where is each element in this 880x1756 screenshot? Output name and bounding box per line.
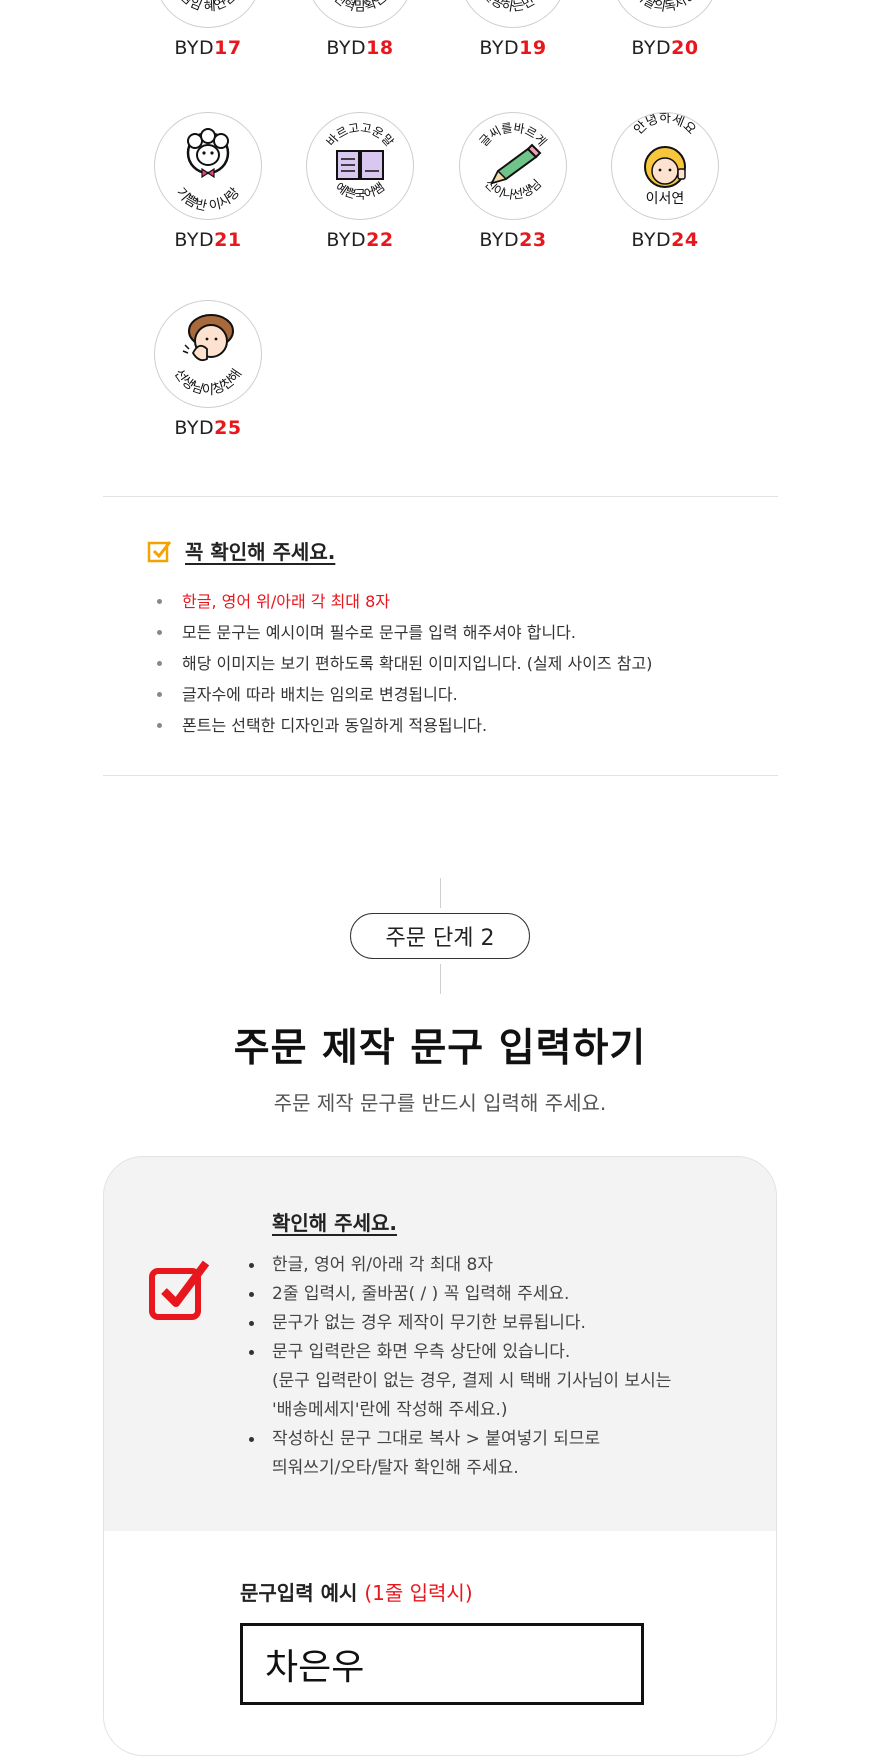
book-icon xyxy=(336,150,384,180)
stamp-code: BYD23 xyxy=(479,229,547,251)
section-heading: 주문 제작 문구 입력하기 xyxy=(233,1026,647,1071)
notice-list: 한글, 영어 위/아래 각 최대 8자 모든 문구는 예시이며 필수로 문구를 … xyxy=(152,586,652,741)
step-connector xyxy=(440,964,441,994)
card-item-continuation: '배송메세지'란에 작성해 주세요.) xyxy=(272,1400,508,1420)
notice-item: 폰트는 선택한 디자인과 동일하게 적용됩니다. xyxy=(152,710,652,741)
stamp-image: 안녕하세요 이서연 xyxy=(611,112,719,220)
check-box-icon xyxy=(149,1260,210,1320)
svg-text:선생님이칭찬해: 선생님이칭찬해 xyxy=(171,367,245,398)
sheep-icon xyxy=(186,128,230,179)
section-subheading: 주문 제작 문구를 반드시 입력해 주세요. xyxy=(273,1091,607,1115)
stamp-image: 친혁맘확인 xyxy=(306,0,414,28)
stamp-code: BYD19 xyxy=(479,37,547,59)
notice-item: 해당 이미지는 보기 편하도록 확대된 이미지입니다. (실제 사이즈 참고) xyxy=(152,648,652,679)
girl-thumbs-up-icon xyxy=(644,146,686,188)
pencil-icon xyxy=(490,143,542,185)
stamp-text: 열공하는민혁 xyxy=(479,0,546,15)
stamp-image: 담임 혜연쌤 xyxy=(154,0,262,28)
stamp-item[interactable]: 선생님이칭찬해 BYD25 xyxy=(133,300,283,439)
stamp-item[interactable]: 글씨를바르게 신이나선생님 BYD23 xyxy=(438,112,588,251)
svg-text:예쁜국어쌤: 예쁜국어쌤 xyxy=(333,180,387,202)
stamp-text-bottom: 신이나선생님 xyxy=(482,177,544,202)
divider xyxy=(103,496,778,497)
card-item: 한글, 영어 위/아래 각 최대 8자 xyxy=(248,1251,671,1280)
example-label-note: (1줄 입력시) xyxy=(364,1581,473,1605)
stamp-item[interactable]: 안녕하세요 이서연 BYD24 xyxy=(590,112,740,251)
divider xyxy=(103,775,778,776)
card-item-continuation: (문구 입력란이 없는 경우, 결제 시 택배 기사님이 보시는 xyxy=(272,1371,672,1391)
stamp-code: BYD24 xyxy=(631,229,699,251)
stamp-text-bottom: 예쁜국어쌤 xyxy=(333,180,387,202)
svg-text:신이나선생님: 신이나선생님 xyxy=(482,177,544,202)
check-box-icon xyxy=(147,540,172,562)
stamp-text: 이달의독서왕 xyxy=(631,0,698,15)
card-list: 한글, 영어 위/아래 각 최대 8자 2줄 입력시, 줄바꿈( / ) 꼭 입… xyxy=(248,1251,671,1483)
stamp-image: 글씨를바르게 신이나선생님 xyxy=(459,112,567,220)
stamp-image: 바르고고운말 예쁜국어쌤 xyxy=(306,112,414,220)
svg-text:안녕하세요: 안녕하세요 xyxy=(631,113,698,138)
clapping-boy-icon xyxy=(182,314,234,362)
notice-item: 모든 문구는 예시이며 필수로 문구를 입력 해주셔야 합니다. xyxy=(152,617,652,648)
stamp-image: 기쁨반 이사랑 xyxy=(154,112,262,220)
stamp-image: 열공하는민혁 xyxy=(459,0,567,28)
svg-text:담임 혜연쌤: 담임 혜연쌤 xyxy=(177,0,239,15)
card-item: 문구 입력란은 화면 우측 상단에 있습니다. xyxy=(248,1338,671,1367)
card-item: 작성하신 문구 그대로 복사 > 붙여넣기 되므로 xyxy=(248,1425,671,1454)
stamp-code: BYD17 xyxy=(174,37,242,59)
example-input-box: 차은우 xyxy=(240,1623,644,1705)
stamp-item[interactable]: 바르고고운말 예쁜국어쌤 BYD22 xyxy=(285,112,435,251)
stamp-text: 담임 혜연쌤 xyxy=(177,0,239,15)
stamp-item[interactable]: 친혁맘확인 BYD18 xyxy=(285,0,435,59)
step-connector xyxy=(440,878,441,908)
svg-text:열공하는민혁: 열공하는민혁 xyxy=(479,0,546,15)
stamp-text-top: 안녕하세요 xyxy=(631,113,698,138)
card-item: 2줄 입력시, 줄바꿈( / ) 꼭 입력해 주세요. xyxy=(248,1280,671,1309)
card-item-continuation: 띄워쓰기/오타/탈자 확인해 주세요. xyxy=(272,1458,519,1478)
stamp-code: BYD22 xyxy=(326,229,394,251)
stamp-text-bottom: 이서연 xyxy=(646,191,685,207)
notice-card: 확인해 주세요. 한글, 영어 위/아래 각 최대 8자 2줄 입력시, 줄바꿈… xyxy=(103,1156,777,1756)
stamp-text: 선생님이칭찬해 xyxy=(171,367,245,398)
stamp-text-top: 글씨를바르게 xyxy=(477,121,550,149)
step-badge: 주문 단계 2 xyxy=(350,913,530,959)
svg-text:이달의독서왕: 이달의독서왕 xyxy=(631,0,698,15)
stamp-item[interactable]: 이달의독서왕 BYD20 xyxy=(590,0,740,59)
svg-text:기쁨반 이사랑: 기쁨반 이사랑 xyxy=(173,185,243,214)
stamp-text-top: 바르고고운말 xyxy=(324,121,397,149)
stamp-code: BYD21 xyxy=(174,229,242,251)
svg-text:글씨를바르게: 글씨를바르게 xyxy=(477,121,550,149)
svg-text:바르고고운말: 바르고고운말 xyxy=(324,121,397,149)
stamp-code: BYD25 xyxy=(174,417,242,439)
stamp-image: 선생님이칭찬해 xyxy=(154,300,262,408)
stamp-item[interactable]: 열공하는민혁 BYD19 xyxy=(438,0,588,59)
notice-title: 꼭 확인해 주세요. xyxy=(147,536,335,565)
card-title: 확인해 주세요. xyxy=(272,1211,397,1235)
notice-item: 글자수에 따라 배치는 임의로 변경됩니다. xyxy=(152,679,652,710)
card-item: 문구가 없는 경우 제작이 무기한 보류됩니다. xyxy=(248,1309,671,1338)
stamp-image: 이달의독서왕 xyxy=(611,0,719,28)
stamp-item[interactable]: 기쁨반 이사랑 BYD21 xyxy=(133,112,283,251)
example-label: 문구입력 예시 (1줄 입력시) xyxy=(240,1581,473,1605)
stamp-code: BYD20 xyxy=(631,37,699,59)
page: 담임 혜연쌤 BYD17 친혁맘확인 BYD18 열공하는민혁 BYD19 이달… xyxy=(0,0,880,1756)
notice-item: 한글, 영어 위/아래 각 최대 8자 xyxy=(152,586,652,617)
stamp-text: 기쁨반 이사랑 xyxy=(173,185,243,214)
stamp-text: 친혁맘확인 xyxy=(331,0,390,15)
stamp-item[interactable]: 담임 혜연쌤 BYD17 xyxy=(133,0,283,59)
stamp-code: BYD18 xyxy=(326,37,394,59)
svg-text:친혁맘확인: 친혁맘확인 xyxy=(331,0,390,15)
